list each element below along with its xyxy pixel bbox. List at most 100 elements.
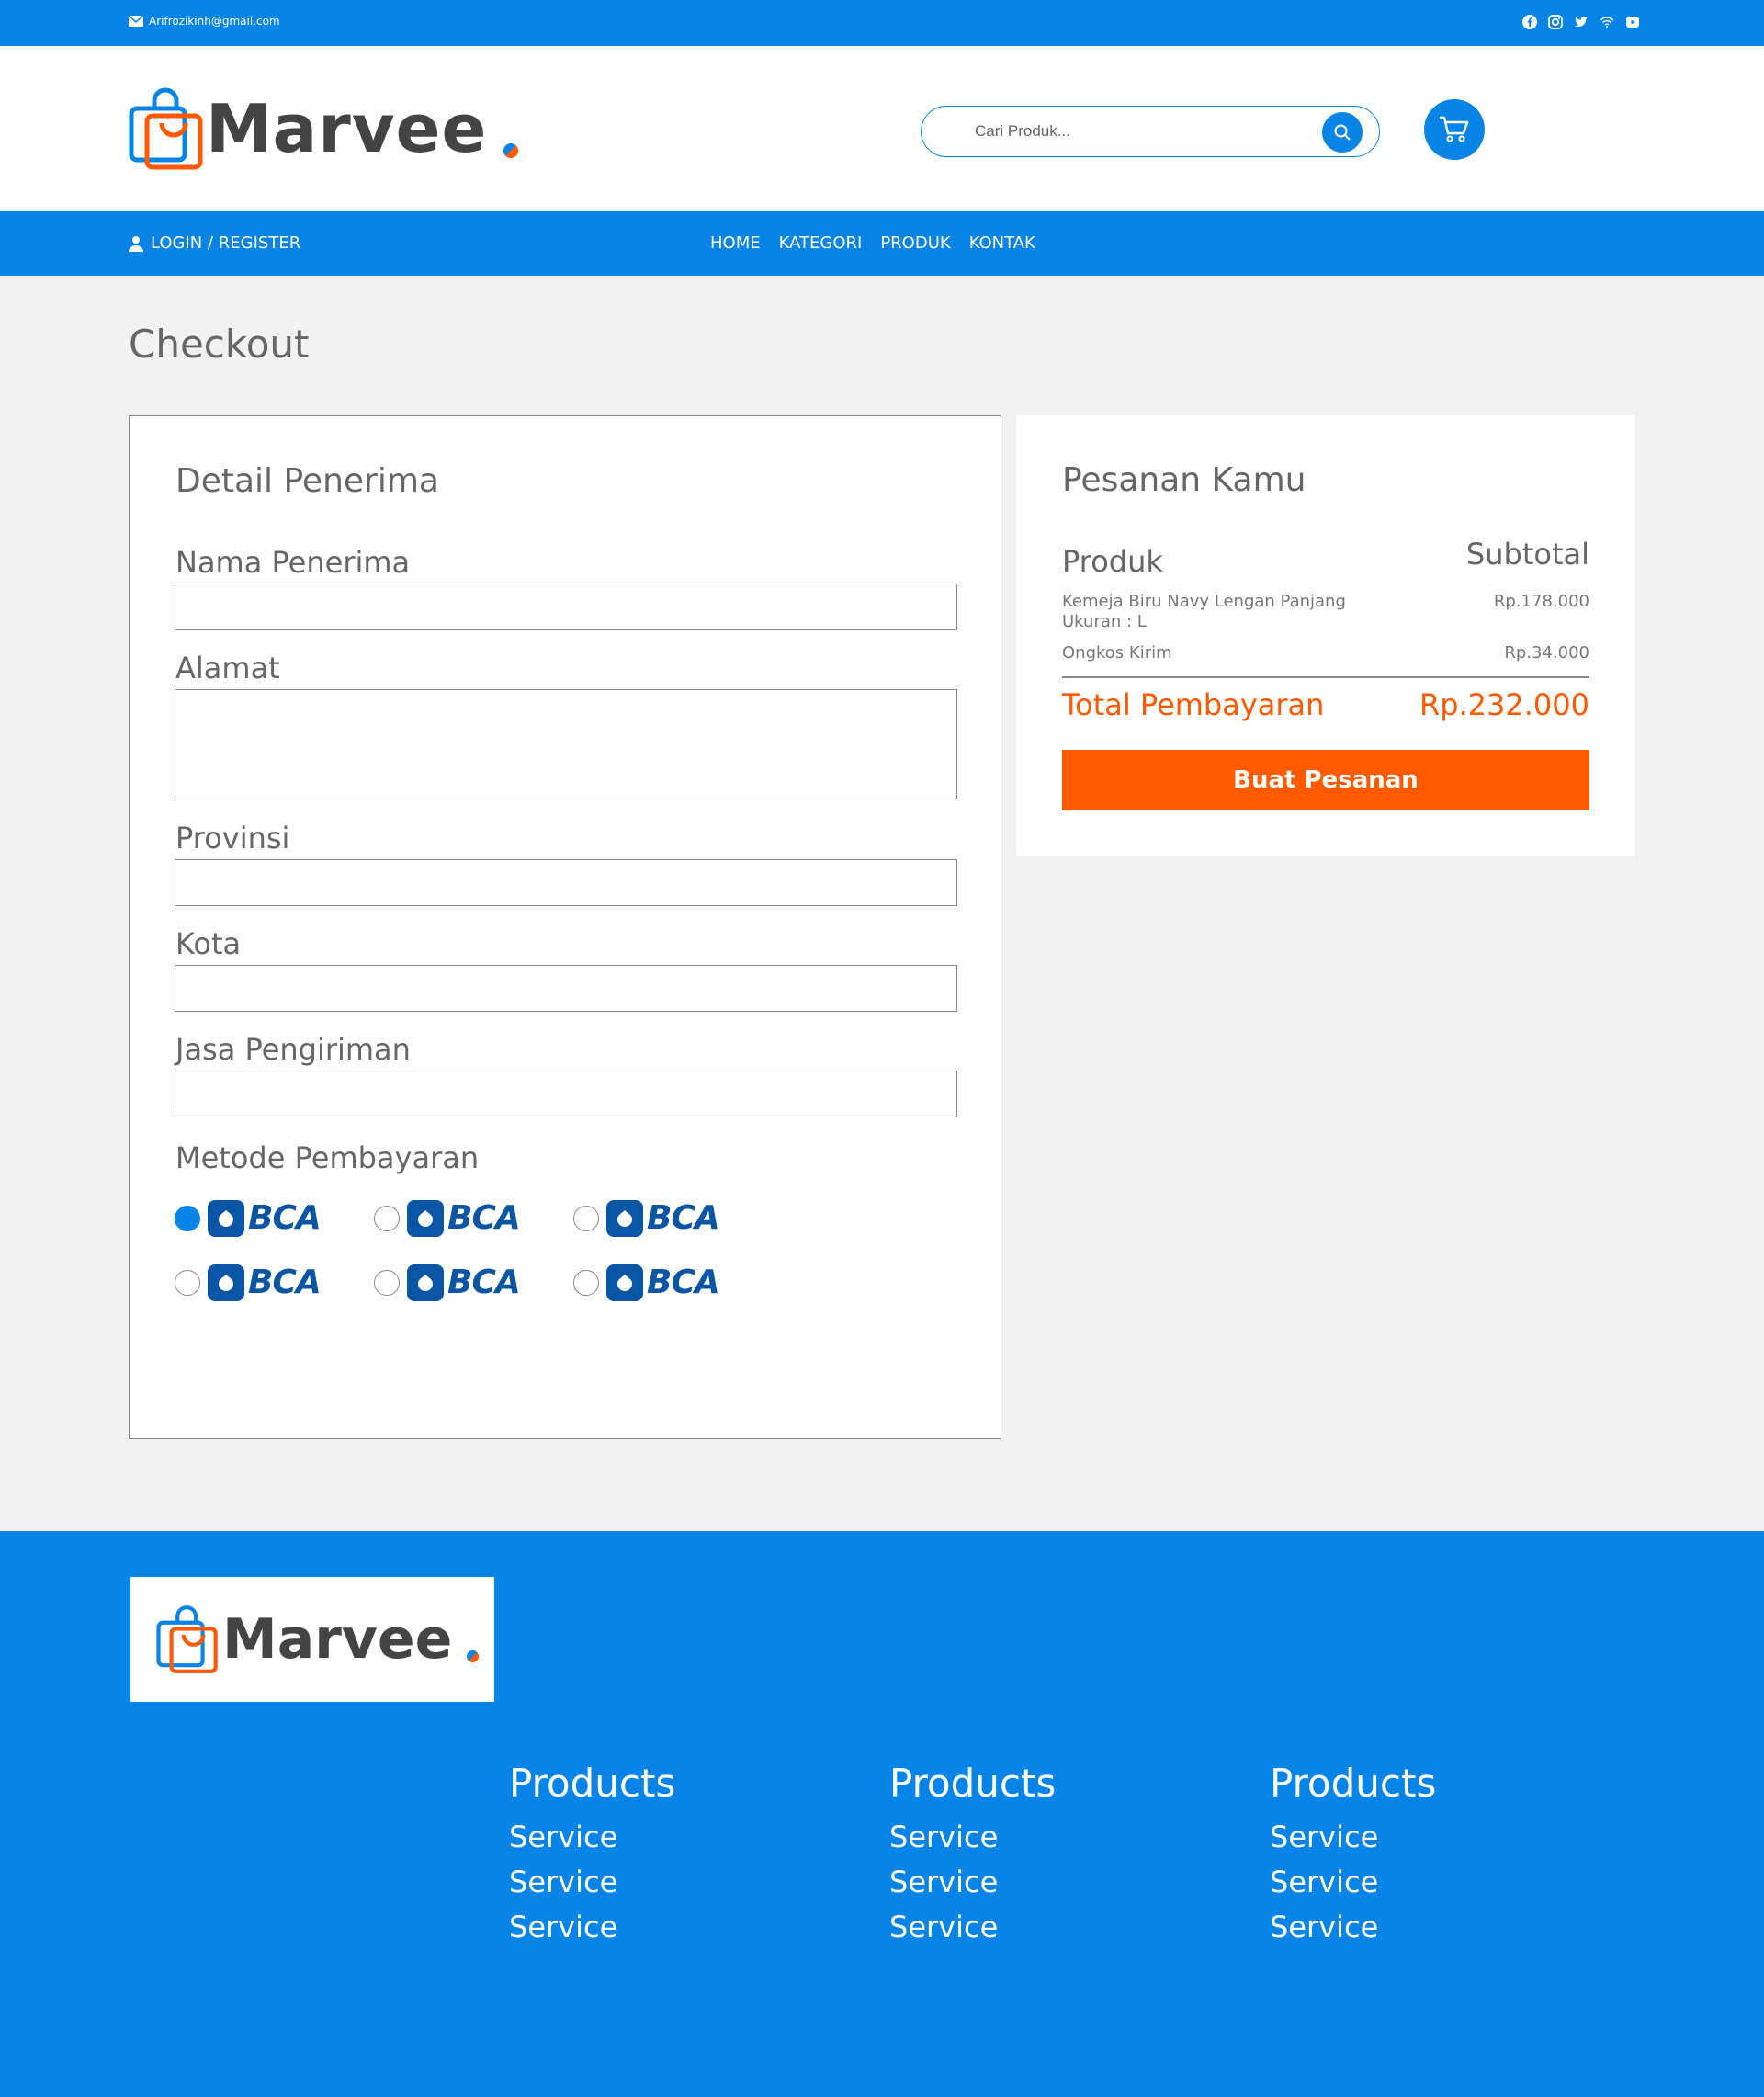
payment-radio-1[interactable] xyxy=(175,1205,200,1231)
footer-column-3: Products Service Service Service xyxy=(1270,1761,1436,1950)
footer-link[interactable]: Service xyxy=(889,1815,1056,1860)
payment-option-3[interactable]: BCA xyxy=(573,1199,720,1237)
instagram-icon[interactable] xyxy=(1547,14,1564,30)
brand-name: Marvee xyxy=(206,90,488,167)
province-input[interactable] xyxy=(175,859,957,906)
bca-mark-icon xyxy=(407,1264,444,1301)
search-input[interactable] xyxy=(975,119,1306,144)
payment-radio-2[interactable] xyxy=(374,1205,400,1231)
brand-dot xyxy=(467,1649,480,1662)
payment-radio-5[interactable] xyxy=(374,1269,400,1296)
brand-dot xyxy=(503,143,519,158)
footer-link[interactable]: Service xyxy=(889,1905,1056,1950)
order-item-row: Kemeja Biru Navy Lengan Panjang Ukuran :… xyxy=(1062,592,1589,632)
cart-button[interactable] xyxy=(1424,99,1485,160)
bca-mark-icon xyxy=(208,1199,244,1237)
payment-method-label: Metode Pembayaran xyxy=(175,1140,480,1175)
login-label: LOGIN / REGISTER xyxy=(151,233,301,253)
order-table-header: Produk Subtotal xyxy=(1062,537,1589,579)
contact-email[interactable]: Arifrozikinh@gmail.com xyxy=(129,15,280,28)
payment-option-1[interactable]: BCA xyxy=(175,1199,322,1237)
shipping-cost-row: Ongkos Kirim Rp.34.000 xyxy=(1062,643,1589,663)
total-row: Total Pembayaran Rp.232.000 xyxy=(1062,687,1589,722)
nav-item-produk[interactable]: PRODUK xyxy=(880,233,950,253)
site-header: Marvee xyxy=(0,46,1764,211)
payment-option-6[interactable]: BCA xyxy=(573,1264,720,1301)
payment-radio-6[interactable] xyxy=(573,1269,599,1296)
payment-option-5[interactable]: BCA xyxy=(374,1264,521,1301)
address-textarea[interactable] xyxy=(175,689,957,799)
province-label: Provinsi xyxy=(175,821,290,856)
bank-name: BCA xyxy=(248,1264,322,1301)
top-bar: Arifrozikinh@gmail.com xyxy=(0,0,1764,46)
order-heading: Pesanan Kamu xyxy=(1062,461,1306,499)
site-logo[interactable]: Marvee xyxy=(129,86,519,171)
payment-option-2[interactable]: BCA xyxy=(374,1199,521,1237)
social-links xyxy=(1521,14,1641,30)
footer-link[interactable]: Service xyxy=(1270,1860,1436,1905)
footer-column-2: Products Service Service Service xyxy=(889,1761,1056,1950)
twitter-icon[interactable] xyxy=(1573,14,1589,30)
total-value: Rp.232.000 xyxy=(1419,687,1589,722)
youtube-icon[interactable] xyxy=(1624,14,1641,30)
recipient-details-card: Detail Penerima Nama Penerima Alamat Pro… xyxy=(129,415,1001,1439)
summary-divider xyxy=(1062,676,1589,678)
shipping-cost-label: Ongkos Kirim xyxy=(1062,643,1172,663)
footer-link[interactable]: Service xyxy=(889,1860,1056,1905)
bca-mark-icon xyxy=(606,1264,643,1301)
footer-column-1: Products Service Service Service xyxy=(509,1761,675,1950)
bca-mark-icon xyxy=(208,1264,244,1301)
shipping-service-label: Jasa Pengiriman xyxy=(175,1032,411,1067)
login-register-link[interactable]: LOGIN / REGISTER xyxy=(129,233,300,253)
search-icon xyxy=(1334,124,1351,141)
recipient-name-input[interactable] xyxy=(175,584,957,630)
bank-name: BCA xyxy=(447,1199,521,1237)
footer-logo[interactable]: Marvee xyxy=(130,1577,494,1702)
footer-link[interactable]: Service xyxy=(509,1905,675,1950)
email-text: Arifrozikinh@gmail.com xyxy=(149,15,280,28)
search-button[interactable] xyxy=(1322,112,1363,153)
order-summary-card: Pesanan Kamu Produk Subtotal Kemeja Biru… xyxy=(1016,415,1635,856)
subtotal-column-header: Subtotal xyxy=(1465,537,1589,572)
recipient-heading: Detail Penerima xyxy=(175,462,439,500)
payment-radio-4[interactable] xyxy=(175,1269,200,1296)
bank-name: BCA xyxy=(647,1264,720,1301)
payment-radio-3[interactable] xyxy=(573,1205,599,1231)
order-item-price: Rp.178.000 xyxy=(1493,592,1589,611)
footer-link[interactable]: Service xyxy=(1270,1815,1436,1860)
bca-logo: BCA xyxy=(208,1264,322,1301)
footer-brand-name: Marvee xyxy=(222,1607,453,1672)
place-order-button[interactable]: Buat Pesanan xyxy=(1062,750,1589,810)
shipping-cost-value: Rp.34.000 xyxy=(1504,643,1589,663)
page-title: Checkout xyxy=(129,322,310,367)
bank-name: BCA xyxy=(647,1199,720,1237)
bca-logo: BCA xyxy=(407,1199,521,1237)
footer-link[interactable]: Service xyxy=(1270,1905,1436,1950)
recipient-name-label: Nama Penerima xyxy=(175,545,411,580)
footer-column-title: Products xyxy=(1270,1761,1437,1806)
payment-option-4[interactable]: BCA xyxy=(175,1264,322,1301)
bca-logo: BCA xyxy=(606,1199,720,1237)
shopping-bag-logo-icon xyxy=(156,1605,218,1673)
bank-name: BCA xyxy=(248,1199,322,1237)
cart-icon xyxy=(1440,116,1469,142)
product-column-header: Produk xyxy=(1062,544,1163,579)
nav-item-kontak[interactable]: KONTAK xyxy=(969,233,1035,253)
footer-link[interactable]: Service xyxy=(509,1815,675,1860)
search-bar xyxy=(921,106,1380,157)
city-input[interactable] xyxy=(175,965,957,1012)
bank-name: BCA xyxy=(447,1264,521,1301)
bca-mark-icon xyxy=(606,1199,643,1237)
facebook-icon[interactable] xyxy=(1521,14,1538,30)
wifi-icon[interactable] xyxy=(1599,14,1615,30)
nav-item-kategori[interactable]: KATEGORI xyxy=(779,233,863,253)
footer-column-title: Products xyxy=(889,1761,1057,1806)
footer-column-title: Products xyxy=(509,1761,676,1806)
site-footer: Marvee Products Service Service Service … xyxy=(0,1531,1764,2097)
footer-link[interactable]: Service xyxy=(509,1860,675,1905)
nav-item-home[interactable]: HOME xyxy=(710,233,761,253)
mail-icon xyxy=(129,16,143,27)
shipping-service-input[interactable] xyxy=(175,1071,957,1117)
user-icon xyxy=(129,235,143,252)
total-label: Total Pembayaran xyxy=(1062,687,1325,722)
